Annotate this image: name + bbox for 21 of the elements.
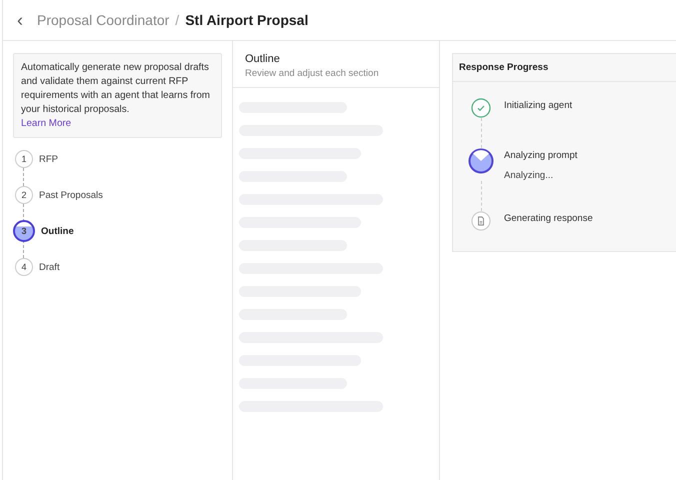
info-text: Automatically generate new proposal drafts and validate them against current RFP requirements with an agent that learns from your historical proposals. — [21, 61, 211, 117]
step-label[interactable]: Draft — [39, 262, 60, 272]
step-label[interactable]: Outline — [41, 226, 74, 236]
page-title: Stl Airport Propsal — [185, 12, 308, 28]
step-number: 2 — [15, 186, 33, 204]
back-button[interactable]: ‹ — [13, 10, 27, 30]
step-number: 3 — [13, 220, 35, 242]
step-label[interactable]: Past Proposals — [39, 190, 103, 200]
section-title: Outline — [245, 53, 281, 65]
breadcrumb-separator: / — [175, 12, 180, 28]
step-label: Generating response — [504, 213, 593, 224]
step-label: Initializing agent — [504, 100, 572, 111]
step-number: 4 — [15, 258, 33, 276]
breadcrumb-link[interactable]: Proposal Coordinator — [37, 12, 170, 28]
card-title: Response Progress — [453, 54, 676, 82]
learn-more-link[interactable]: Learn More — [21, 117, 214, 131]
step-number: 1 — [15, 150, 33, 168]
status-text: Analyzing... — [504, 170, 554, 181]
step-label[interactable]: RFP — [39, 154, 58, 164]
section-subtitle: Review and adjust each section — [245, 68, 380, 79]
step-label: Analyzing prompt — [504, 150, 578, 161]
